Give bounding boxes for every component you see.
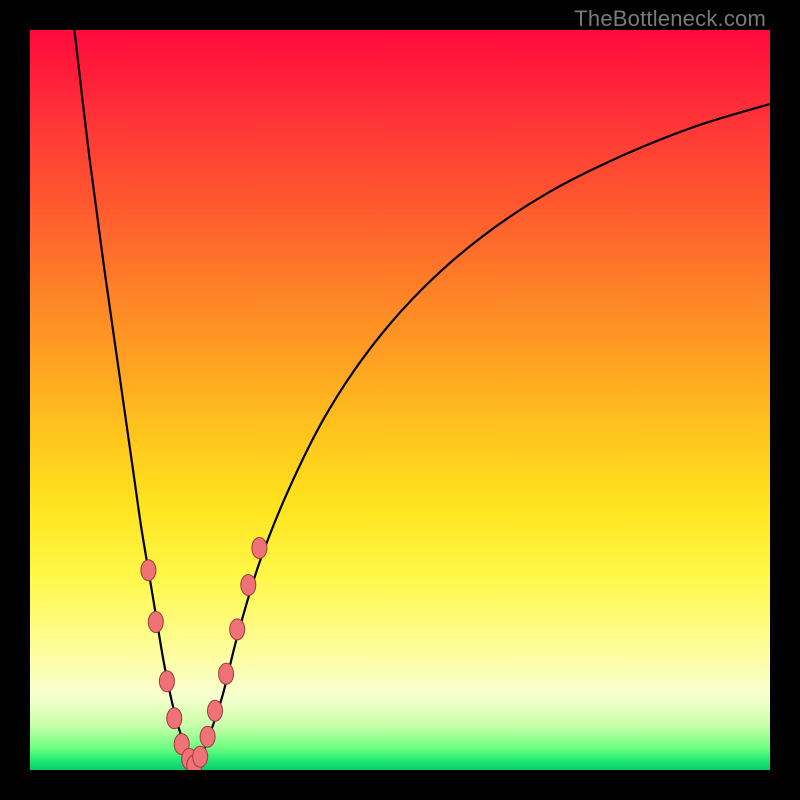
bead-point [252, 538, 267, 559]
bead-point [230, 619, 245, 640]
chart-frame: TheBottleneck.com [0, 0, 800, 800]
bead-point [141, 560, 156, 581]
bead-point [148, 612, 163, 633]
bead-point [219, 663, 234, 684]
bead-point [200, 726, 215, 747]
bead-point [241, 575, 256, 596]
bead-point [208, 700, 223, 721]
watermark-text: TheBottleneck.com [574, 6, 766, 32]
plot-area [30, 30, 770, 770]
data-beads [30, 30, 770, 770]
bead-point [167, 708, 182, 729]
bead-point [159, 671, 174, 692]
bead-point [193, 746, 208, 767]
